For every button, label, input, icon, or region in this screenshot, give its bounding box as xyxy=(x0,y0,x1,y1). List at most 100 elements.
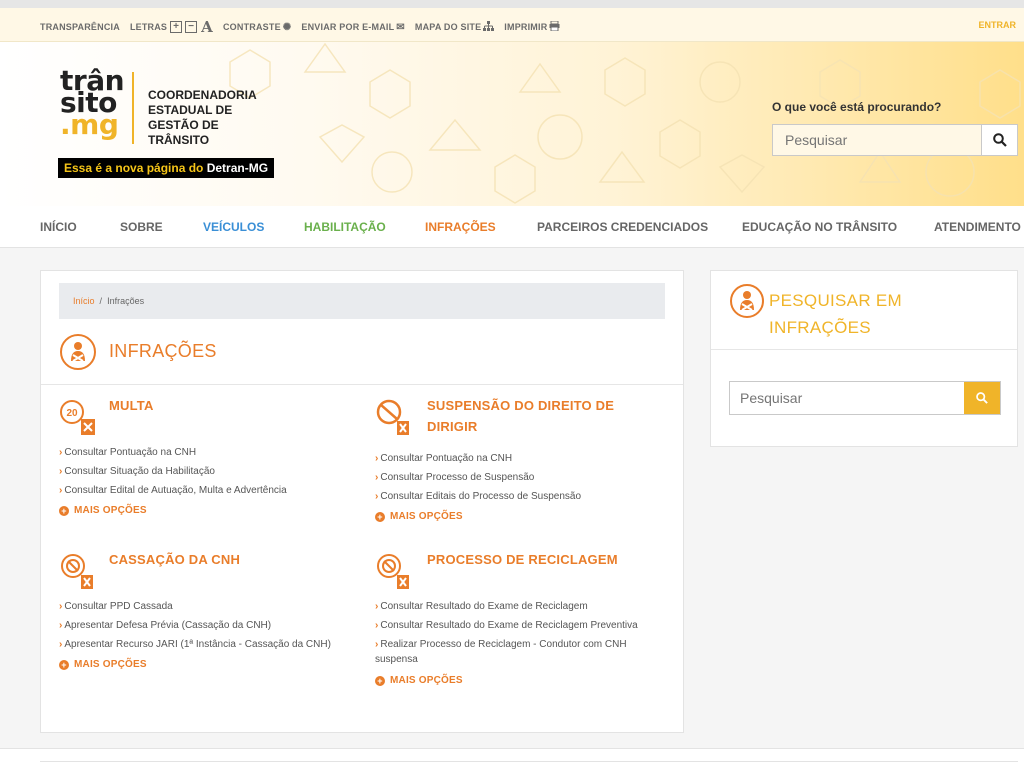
chevron-right-icon: › xyxy=(375,601,379,612)
plus-circle-icon: + xyxy=(375,511,385,522)
side-search-title-line-1: PESQUISAR EM xyxy=(769,291,903,310)
header-search-input[interactable] xyxy=(773,125,981,155)
link-resultado-exame-preventiva[interactable]: › Consultar Resultado do Exame de Recicla… xyxy=(375,616,655,635)
page-title: INFRAÇÕES xyxy=(109,341,217,361)
header-search-label: O que você está procurando? xyxy=(772,100,942,114)
font-decrease-icon[interactable]: − xyxy=(185,21,198,33)
breadcrumb-separator-glyph: / xyxy=(99,296,103,306)
logo-divider xyxy=(132,72,134,144)
enviar-email-label: ENVIAR POR E-MAIL xyxy=(301,22,395,32)
more-label: MAIS OPÇÕES xyxy=(74,505,147,516)
search-icon xyxy=(992,133,1007,147)
section-cassacao: CASSAÇÃO DA CNH › Consultar PPD Cassada ›… xyxy=(59,552,379,693)
link-label: Consultar Resultado do Exame de Reciclag… xyxy=(380,601,588,612)
chevron-right-icon: › xyxy=(375,453,379,464)
logo-line-3: .mg xyxy=(60,108,119,141)
font-reset-icon[interactable]: A xyxy=(201,18,213,36)
section-reciclagem: PROCESSO DE RECICLAGEM › Consultar Result… xyxy=(375,552,675,703)
header-search-button[interactable] xyxy=(981,125,1017,155)
imprimir-label: IMPRIMIR xyxy=(504,22,548,32)
section-suspensao-title-line-2: DIRIGIR xyxy=(427,419,478,434)
breadcrumb-home[interactable]: Início xyxy=(73,296,95,306)
main-content: Início / Infrações INFRAÇÕES 20 MULTA › C… xyxy=(0,248,1024,768)
infracoes-card: Início / Infrações INFRAÇÕES 20 MULTA › C… xyxy=(40,270,684,733)
org-name-line-3: GESTÃO DE TRÂNSITO xyxy=(148,118,219,147)
nav-parceiros[interactable]: PARCEIROS CREDENCIADOS xyxy=(537,220,708,234)
link-consultar-edital[interactable]: › Consultar Edital de Autuação, Multa e A… xyxy=(59,481,287,500)
main-nav: INÍCIO SOBRE VEÍCULOS HABILITAÇÃO INFRAÇ… xyxy=(0,206,1024,248)
transparencia-link[interactable]: TRANSPARÊNCIA xyxy=(40,22,120,32)
link-consultar-situacao[interactable]: › Consultar Situação da Habilitação xyxy=(59,462,287,481)
nav-sobre[interactable]: SOBRE xyxy=(120,220,163,234)
nav-veiculos[interactable]: VEÍCULOS xyxy=(203,220,264,234)
side-search-input[interactable] xyxy=(730,382,964,414)
side-search-panel: PESQUISAR EM INFRAÇÕES xyxy=(710,270,1018,447)
nav-educacao[interactable]: EDUCAÇÃO NO TRÂNSITO xyxy=(742,220,897,234)
link-recurso-jari[interactable]: › Apresentar Recurso JARI (1ª Instância -… xyxy=(59,635,331,654)
section-suspensao-title-line-1: SUSPENSÃO DO DIREITO DE xyxy=(427,398,615,413)
font-increase-icon[interactable]: + xyxy=(170,21,183,33)
link-consultar-ppd[interactable]: › Consultar PPD Cassada xyxy=(59,597,331,616)
nav-atendimento[interactable]: ATENDIMENTO xyxy=(934,220,1021,234)
link-consultar-pontuacao[interactable]: › Consultar Pontuação na CNH xyxy=(59,443,287,462)
login-link[interactable]: ENTRAR xyxy=(979,20,1017,30)
link-label: Consultar Situação da Habilitação xyxy=(64,466,215,477)
section-cassacao-more[interactable]: + MAIS OPÇÕES xyxy=(59,659,147,670)
link-consultar-processo-suspensao[interactable]: › Consultar Processo de Suspensão xyxy=(375,468,581,487)
imprimir-link[interactable]: IMPRIMIR xyxy=(504,20,560,34)
card-divider xyxy=(41,384,683,385)
more-label: MAIS OPÇÕES xyxy=(390,675,463,686)
logo-wordmark: trân sito .mg xyxy=(60,67,125,141)
chevron-right-icon: › xyxy=(59,466,63,477)
section-cassacao-links: › Consultar PPD Cassada › Apresentar Defes… xyxy=(59,597,331,654)
letras-label: LETRAS xyxy=(129,22,168,32)
link-consultar-pontuacao-2[interactable]: › Consultar Pontuação na CNH xyxy=(375,449,581,468)
enviar-email-link[interactable]: ENVIAR POR E-MAIL ✉ xyxy=(301,22,405,33)
more-label: MAIS OPÇÕES xyxy=(390,511,463,522)
section-suspensao-links: › Consultar Pontuação na CNH › Consultar P… xyxy=(375,449,581,506)
section-reciclagem-more[interactable]: + MAIS OPÇÕES xyxy=(375,675,463,686)
nav-inicio[interactable]: INÍCIO xyxy=(40,220,77,234)
mapa-site-label: MAPA DO SITE xyxy=(414,22,482,32)
contraste-link[interactable]: CONTRASTE ✺ xyxy=(223,22,291,33)
link-resultado-exame[interactable]: › Consultar Resultado do Exame de Recicla… xyxy=(375,597,655,616)
link-defesa-previa[interactable]: › Apresentar Defesa Prévia (Cassação da C… xyxy=(59,616,331,635)
side-search-title: PESQUISAR EM INFRAÇÕES xyxy=(769,287,902,341)
breadcrumb-separator: / xyxy=(97,296,105,306)
svg-text:20: 20 xyxy=(66,408,78,419)
transparencia-label: TRANSPARÊNCIA xyxy=(40,22,120,32)
plus-circle-icon: + xyxy=(59,659,69,670)
no-entry-icon xyxy=(376,399,409,435)
footer-separator xyxy=(0,748,1024,768)
site-logo[interactable]: trân sito .mg COORDENADORIA ESTADUAL DE … xyxy=(60,67,257,148)
section-multa-more[interactable]: + MAIS OPÇÕES xyxy=(59,505,147,516)
site-header: trân sito .mg COORDENADORIA ESTADUAL DE … xyxy=(0,42,1024,206)
section-reciclagem-title: PROCESSO DE RECICLAGEM xyxy=(427,552,618,567)
chevron-right-icon: › xyxy=(375,620,379,631)
detran-tagline: Essa é a nova página do Detran-MG xyxy=(58,158,275,178)
section-reciclagem-links: › Consultar Resultado do Exame de Recicla… xyxy=(375,597,655,667)
link-label: Consultar Pontuação na CNH xyxy=(380,453,513,464)
link-label: Consultar PPD Cassada xyxy=(64,601,173,612)
header-search xyxy=(772,124,1018,156)
nav-habilitacao[interactable]: HABILITAÇÃO xyxy=(304,220,386,234)
chevron-right-icon: › xyxy=(375,472,379,483)
license-cancel-icon xyxy=(61,554,93,589)
link-label: Consultar Processo de Suspensão xyxy=(380,472,535,483)
link-realizar-reciclagem[interactable]: › Realizar Processo de Reciclagem - Condu… xyxy=(375,637,655,667)
nav-infracoes[interactable]: INFRAÇÕES xyxy=(425,220,496,234)
link-consultar-editais-suspensao[interactable]: › Consultar Editais do Processo de Suspen… xyxy=(375,487,581,506)
contrast-icon: ✺ xyxy=(282,21,292,33)
envelope-icon: ✉ xyxy=(396,21,405,33)
footer-rule xyxy=(40,761,1018,762)
org-name-line-2: ESTADUAL DE xyxy=(148,103,233,117)
side-divider xyxy=(711,349,1017,350)
more-label: MAIS OPÇÕES xyxy=(74,659,147,670)
section-cassacao-title: CASSAÇÃO DA CNH xyxy=(109,552,241,567)
section-multa-links: › Consultar Pontuação na CNH › Consultar S… xyxy=(59,443,287,500)
mapa-site-link[interactable]: MAPA DO SITE xyxy=(414,20,495,34)
side-search-title-line-2: INFRAÇÕES xyxy=(769,318,871,337)
side-search-button[interactable] xyxy=(964,382,1000,414)
section-suspensao-more[interactable]: + MAIS OPÇÕES xyxy=(375,511,463,522)
chevron-right-icon: › xyxy=(375,491,379,502)
